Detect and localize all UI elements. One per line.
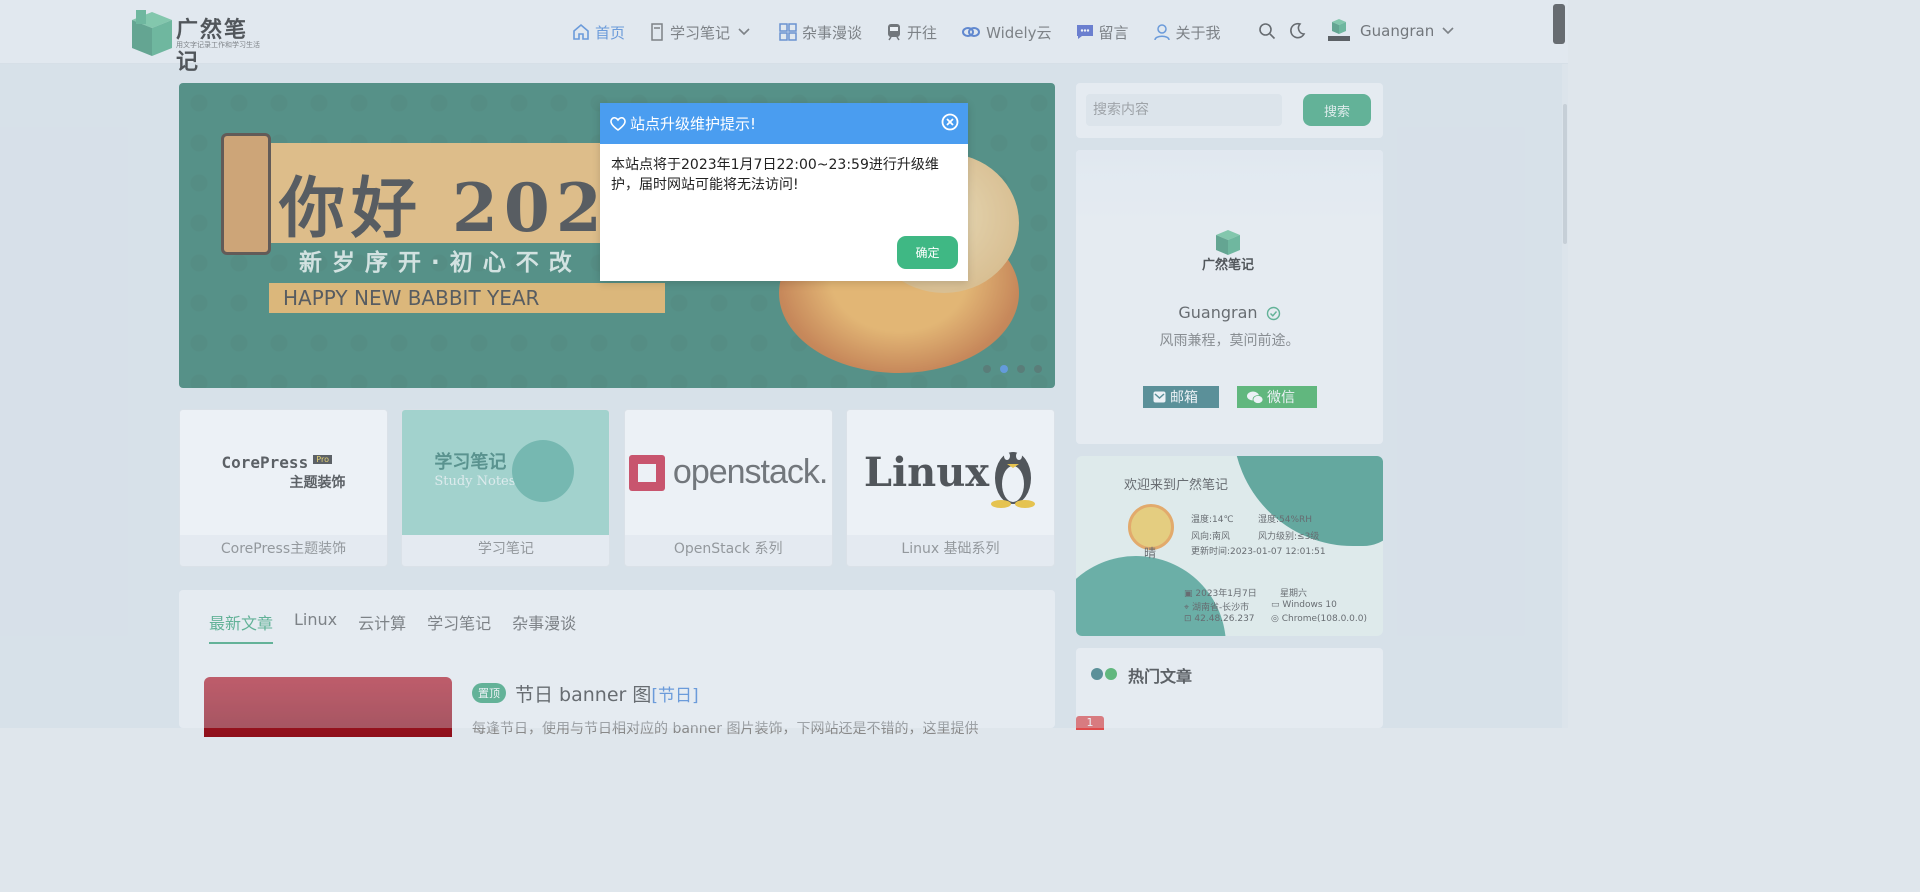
modal-message: 本站点将于2023年1月7日22:00~23:59进行升级维护，届时网站可能将无… — [611, 157, 939, 193]
confirm-button[interactable]: 确定 — [897, 236, 958, 269]
heart-icon — [610, 116, 626, 131]
close-icon[interactable] — [941, 113, 959, 135]
modal-header: 站点升级维护提示! — [600, 103, 968, 144]
modal-title: 站点升级维护提示! — [630, 115, 757, 133]
